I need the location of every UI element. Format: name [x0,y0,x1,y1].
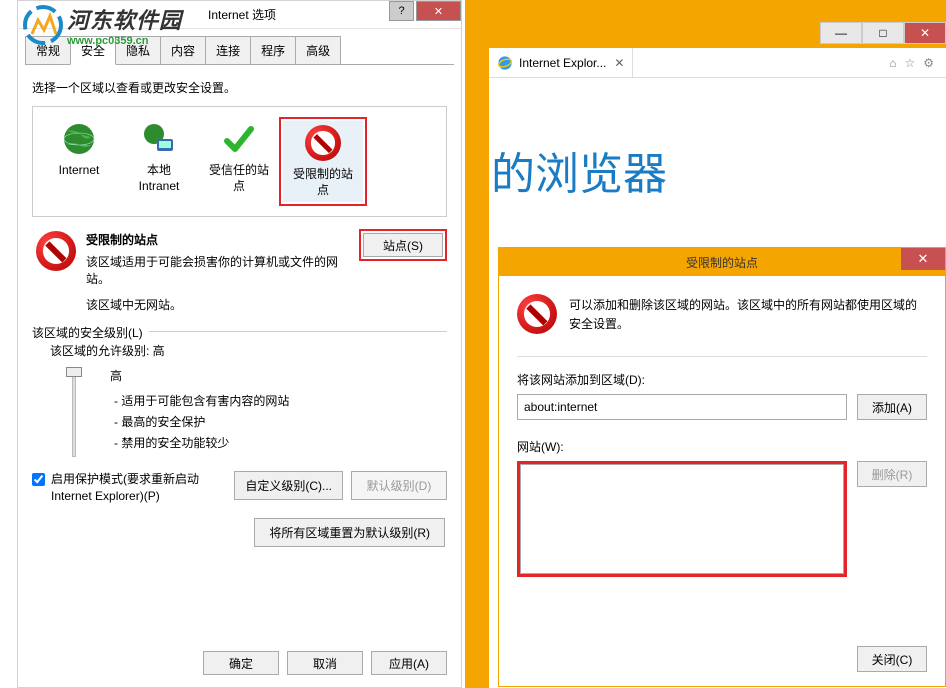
cancel-button[interactable]: 取消 [287,651,363,675]
zone-label: 本地 Intranet [119,163,199,194]
zone-detail-desc: 该区域适用于可能会损害你的计算机或文件的网站。 [86,254,359,288]
sub-dialog-titlebar: 受限制的站点 ✕ [499,248,945,276]
protected-mode-label: 启用保护模式(要求重新启动 Internet Explorer)(P) [51,471,234,505]
sub-dialog-header: 可以添加和删除该区域的网站。该区域中的所有网站都使用区域的安全设置。 [517,294,927,334]
watermark: 河东软件园 www.pc0359.cn [22,3,182,47]
divider [517,356,927,357]
default-level-button[interactable]: 默认级别(D) [351,471,447,500]
ok-button[interactable]: 确定 [203,651,279,675]
add-button[interactable]: 添加(A) [857,394,927,420]
protected-mode-input[interactable] [32,473,45,486]
highlight-site-list [517,461,847,577]
zone-internet[interactable]: Internet [39,117,119,206]
allowed-levels-label: 该区域的允许级别: 高 [50,342,447,359]
dialog-close-button[interactable]: ✕ [416,1,461,21]
watermark-url: www.pc0359.cn [67,35,182,47]
sub-dialog-close-button[interactable]: ✕ [901,248,945,270]
slider-thumb[interactable] [66,367,82,377]
close-button[interactable]: 关闭(C) [857,646,927,672]
tab-programs[interactable]: 程序 [250,36,296,64]
gear-icon[interactable]: ⚙ [923,56,934,70]
dialog-footer: 确定 取消 应用(A) [203,651,447,675]
home-icon[interactable]: ⌂ [889,56,896,70]
dialog-title: Internet 选项 [208,6,276,23]
add-site-label: 将该网站添加到区域(D): [517,371,927,388]
tab-close-icon[interactable]: ✕ [614,56,624,70]
window-close-button[interactable]: ✕ [904,22,946,44]
highlight-sites-button: 站点(S) [359,229,447,261]
minimize-button[interactable]: — [820,22,862,44]
forbidden-icon [517,294,557,334]
ie-icon [497,55,513,71]
level-bullet: - 最高的安全保护 [110,413,447,430]
checkmark-icon [221,121,257,157]
security-tab-content: 选择一个区域以查看或更改安全设置。 Internet 本地 Intranet 受… [18,65,461,547]
add-site-input[interactable] [517,394,847,420]
zone-restricted[interactable]: 受限制的站 点 [283,121,363,202]
dialog-help-button[interactable]: ? [389,1,414,21]
level-name: 高 [110,367,447,384]
zone-detail-title: 受限制的站点 [86,231,359,248]
favorites-icon[interactable]: ☆ [904,56,915,70]
sub-dialog-description: 可以添加和删除该区域的网站。该区域中的所有网站都使用区域的安全设置。 [569,294,927,334]
tab-connections[interactable]: 连接 [205,36,251,64]
maximize-button[interactable]: □ [862,22,904,44]
highlight-selected-zone: 受限制的站 点 [279,117,367,206]
intranet-icon [141,121,177,157]
level-bullet: - 禁用的安全功能较少 [110,434,447,451]
tab-advanced[interactable]: 高级 [295,36,341,64]
site-list[interactable] [520,464,844,574]
hero-text: 的浏览器 [489,78,946,202]
security-level-legend: 该区域的安全级别(L) [32,324,149,341]
browser-toolbar-icons: ⌂ ☆ ⚙ [889,56,946,70]
zones-list: Internet 本地 Intranet 受信任的站 点 受限制的站 点 [32,106,447,217]
custom-level-button[interactable]: 自定义级别(C)... [234,471,343,500]
forbidden-icon [305,125,341,161]
sites-button[interactable]: 站点(S) [363,233,443,257]
window-controls: — □ ✕ [820,22,946,44]
forbidden-icon [36,231,76,271]
zone-detail-note: 该区域中无网站。 [86,296,359,313]
browser-tabbar: Internet Explor... ✕ ⌂ ☆ ⚙ [489,48,946,78]
remove-button[interactable]: 删除(R) [857,461,927,487]
zone-instruction: 选择一个区域以查看或更改安全设置。 [32,79,447,96]
zone-label: 受信任的站 点 [199,163,279,194]
reset-all-zones-button[interactable]: 将所有区域重置为默认级别(R) [254,518,445,547]
zone-label: Internet [39,163,119,179]
zone-intranet[interactable]: 本地 Intranet [119,117,199,206]
level-bullet: - 适用于可能包含有害内容的网站 [110,392,447,409]
browser-tab-title: Internet Explor... [519,56,606,70]
internet-options-dialog: Internet 选项 ? ✕ 常规 安全 隐私 内容 连接 程序 高级 选择一… [17,0,462,688]
site-list-label: 网站(W): [517,438,927,455]
zone-detail-panel: 受限制的站点 该区域适用于可能会损害你的计算机或文件的网站。 该区域中无网站。 … [32,231,447,317]
zone-label: 受限制的站 点 [283,167,363,198]
apply-button[interactable]: 应用(A) [371,651,447,675]
security-level-section: 该区域的安全级别(L) 该区域的允许级别: 高 高 - 适用于可能包含有害内容的… [32,331,447,548]
watermark-title: 河东软件园 [67,3,182,35]
protected-mode-checkbox[interactable]: 启用保护模式(要求重新启动 Internet Explorer)(P) [32,471,234,505]
security-slider[interactable] [62,367,86,457]
browser-tab[interactable]: Internet Explor... ✕ [489,48,633,77]
sub-dialog-title: 受限制的站点 [686,254,758,271]
watermark-logo [22,4,64,46]
zone-trusted[interactable]: 受信任的站 点 [199,117,279,206]
globe-icon [61,121,97,157]
restricted-sites-dialog: 受限制的站点 ✕ 可以添加和删除该区域的网站。该区域中的所有网站都使用区域的安全… [498,247,946,687]
